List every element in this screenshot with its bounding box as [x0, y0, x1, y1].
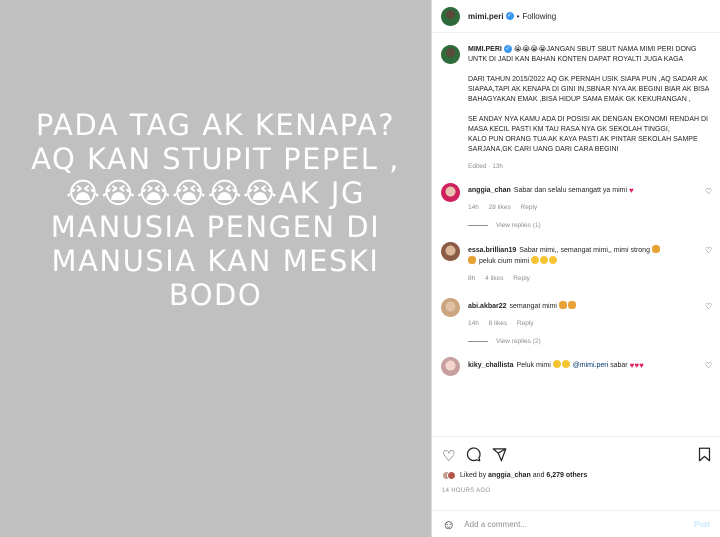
view-replies-label: View replies (2): [496, 338, 541, 345]
image-text-line: MANUSIA PENGEN DI: [50, 210, 381, 244]
commenter-avatar[interactable]: [441, 298, 460, 317]
smile-icon[interactable]: ☺: [442, 517, 455, 532]
caption-text: SE ANDAY NYA KAMU ADA DI POSISI AK DENGA…: [468, 116, 709, 133]
comments-scroll-area[interactable]: mimi.peri ✓ 😭😭😭😭JANGAN SBUT SBUT NAMA MIM…: [432, 34, 720, 436]
image-text-line: BODO: [168, 278, 263, 312]
crying-emoji-icon: 😭😭😭😭: [513, 46, 547, 53]
muscle-emoji-icon: [567, 301, 576, 309]
mention-link[interactable]: @mimi.peri: [573, 362, 609, 369]
caption-paragraph: DARI TAHUN 2015/2022 AQ GK PERNAH USIK S…: [468, 76, 710, 103]
comment-item: kiky_challista Peluk mimi @mimi.peri saba…: [432, 357, 720, 376]
divider-line: [468, 341, 488, 342]
post-button[interactable]: Post: [694, 520, 710, 529]
comment-likes[interactable]: 8 likes: [489, 320, 507, 327]
heart-icon[interactable]: ♡: [442, 448, 455, 466]
post-sidebar: mimi.peri ✓ • Following mimi.peri ✓ 😭😭😭😭J…: [431, 0, 720, 537]
comment-item: essa.brillian19 Sabar mimi,, semangat mim…: [432, 242, 720, 284]
comment-like-icon[interactable]: ♡: [705, 302, 712, 312]
commenter-avatar[interactable]: [441, 183, 460, 202]
comment-icon[interactable]: [466, 447, 482, 467]
likes-conjunction: and: [532, 472, 545, 479]
share-icon[interactable]: [492, 447, 507, 467]
reply-button[interactable]: Reply: [513, 275, 530, 282]
muscle-emoji-icon: [558, 301, 567, 309]
likes-prefix: Liked by: [460, 472, 487, 479]
commenter-username[interactable]: anggia_chan: [468, 187, 511, 194]
liker-username[interactable]: anggia_chan: [488, 472, 531, 479]
author-avatar[interactable]: [441, 6, 460, 26]
view-replies-button[interactable]: View replies (2): [432, 338, 720, 345]
bookmark-icon[interactable]: [698, 447, 711, 467]
comment-text: Sabar mimi,, semangat mimi,, mimi strong: [519, 247, 650, 254]
post-image: PADA TAG AK KENAPA? AQ KAN STUPIT PEPEL …: [0, 0, 431, 537]
comment-like-icon[interactable]: ♡: [705, 187, 712, 197]
liker-avatar: [447, 471, 456, 480]
reply-button[interactable]: Reply: [521, 204, 538, 211]
divider-line: [468, 225, 488, 226]
post-image-text: PADA TAG AK KENAPA? AQ KAN STUPIT PEPEL …: [0, 108, 431, 312]
heart-eyes-emoji-icon: [552, 360, 561, 368]
action-icons: ♡: [432, 437, 720, 467]
comment-likes[interactable]: 28 likes: [489, 204, 511, 211]
verified-badge-icon: ✓: [505, 12, 514, 20]
separator-dot: •: [516, 11, 520, 21]
post-caption: mimi.peri ✓ 😭😭😭😭JANGAN SBUT SBUT NAMA MIM…: [432, 34, 720, 172]
caption-text: JANGAN SBUT SBUT NAMA MIMI PERI DONG UNT…: [468, 46, 697, 63]
view-replies-label: View replies (1): [496, 222, 541, 229]
image-text-line: PADA TAG AK KENAPA?: [35, 108, 396, 142]
comment-text: Sabar dan selalu semangatt ya mimi: [513, 187, 628, 194]
heart-eyes-emoji-icon: [531, 256, 540, 264]
caption-paragraph: mimi.peri ✓ 😭😭😭😭JANGAN SBUT SBUT NAMA MIM…: [468, 45, 710, 65]
commenter-avatar[interactable]: [441, 242, 460, 261]
image-text-line: MANUSIA KAN MESKI: [51, 244, 380, 278]
likes-text[interactable]: Liked by anggia_chan and 6,279 others: [460, 472, 587, 479]
post-timestamp[interactable]: 14 HOURS AGO: [432, 484, 720, 494]
comment-time: 8h: [468, 275, 476, 282]
comment-item: anggia_chan Sabar dan selalu semangatt ya…: [432, 183, 720, 213]
author-username[interactable]: mimi.peri: [468, 12, 504, 21]
comment-likes[interactable]: 4 likes: [485, 275, 503, 282]
caption-meta: Edited · 13h: [468, 163, 504, 170]
heart-emoji-icon: ♥: [628, 186, 634, 195]
verified-badge-icon: ✓: [503, 45, 512, 54]
heart-eyes-emoji-icon: [561, 360, 570, 368]
comment-input[interactable]: [464, 519, 694, 529]
comment-text: sabar: [610, 362, 628, 369]
comment-time: 14h: [468, 320, 479, 327]
likes-summary: Liked by anggia_chan and 6,279 others: [432, 467, 720, 484]
comment-text: semangat mimi: [509, 303, 557, 310]
commenter-username[interactable]: essa.brillian19: [468, 247, 516, 254]
caption-paragraph: SE ANDAY NYA KAMU ADA DI POSISI AK DENGA…: [468, 115, 710, 155]
add-comment-bar: ☺ Post: [432, 510, 720, 537]
comment-like-icon[interactable]: ♡: [705, 246, 712, 256]
caption-avatar[interactable]: [441, 45, 460, 64]
muscle-emoji-icon: [651, 245, 660, 253]
caption-text: KALO PUN ORANG TUA AK KAYA PASTI AK PINT…: [468, 136, 698, 153]
view-replies-button[interactable]: View replies (1): [432, 222, 720, 229]
commenter-username[interactable]: abi.akbar22: [468, 303, 507, 310]
commenter-username[interactable]: kiky_challista: [468, 362, 514, 369]
smile-emoji-icon: [549, 256, 558, 264]
image-text-line: 😭😭😭😭😭😭AK JG: [66, 176, 365, 210]
post-actions: ♡ Liked by anggia_chan and 6,279 others …: [432, 436, 720, 537]
commenter-avatar[interactable]: [441, 357, 460, 376]
post-header: mimi.peri ✓ • Following: [432, 0, 720, 33]
caption-username[interactable]: mimi.peri: [468, 46, 502, 53]
image-text-line: AQ KAN STUPIT PEPEL ,: [31, 142, 400, 176]
heart-eyes-emoji-icon: [540, 256, 549, 264]
comment-item: abi.akbar22 semangat mimi 14h 8 likes Rep…: [432, 298, 720, 329]
muscle-emoji-icon: [468, 256, 476, 264]
reply-button[interactable]: Reply: [517, 320, 534, 327]
heart-emoji-icon: ♥♥♥: [629, 361, 644, 370]
comment-like-icon[interactable]: ♡: [705, 361, 712, 371]
comment-text: Peluk mimi: [516, 362, 551, 369]
comment-meta: 8h 4 likes Reply: [468, 274, 696, 284]
comment-text: peluk cium mimi: [478, 258, 530, 265]
comment-meta: 14h 28 likes Reply: [468, 203, 696, 213]
comment-time: 14h: [468, 204, 479, 211]
comment-meta: 14h 8 likes Reply: [468, 319, 696, 329]
likes-others[interactable]: 6,279 others: [546, 472, 587, 479]
following-button[interactable]: Following: [522, 12, 556, 21]
